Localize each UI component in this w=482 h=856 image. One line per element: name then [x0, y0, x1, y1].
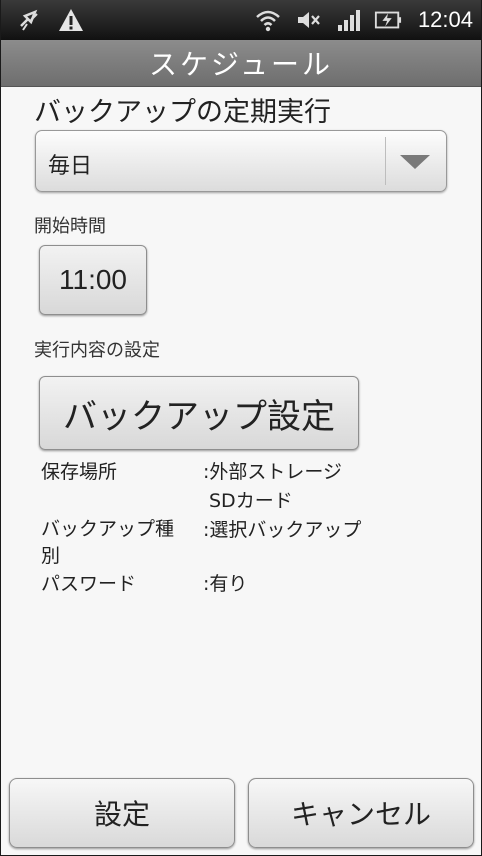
chevron-down-icon: [400, 155, 430, 169]
info-row-location: 保存場所 :外部ストレージ: [41, 458, 441, 487]
info-key: パスワード: [41, 573, 137, 595]
cancel-button[interactable]: キャンセル: [248, 778, 474, 848]
spinner-divider: [385, 137, 386, 185]
info-key: バックアップ種別: [41, 518, 175, 567]
status-clock: 12:04: [417, 7, 473, 32]
frequency-selected-value: 毎日: [48, 154, 93, 179]
info-value: :有り: [203, 573, 248, 595]
backup-settings-button[interactable]: バックアップ設定: [39, 376, 359, 450]
start-time-label: 開始時間: [34, 216, 106, 237]
ok-button[interactable]: 設定: [9, 778, 235, 848]
info-value: :選択バックアップ: [203, 519, 362, 541]
screen: 12:04 スケジュール バックアップの定期実行 毎日 開始時間 11:00 実…: [0, 0, 482, 856]
mute-icon: [297, 12, 320, 28]
info-row-password: パスワード :有り: [41, 570, 441, 599]
title-bar: スケジュール: [1, 40, 481, 87]
content-settings-label: 実行内容の設定: [34, 340, 160, 361]
info-value: SDカード: [209, 490, 293, 512]
info-key: [41, 487, 203, 516]
warning-icon: [59, 9, 83, 31]
schedule-heading: バックアップの定期実行: [34, 97, 331, 128]
info-key: 保存場所: [41, 461, 118, 483]
signal-icon: [337, 10, 360, 31]
status-bar: 12:04: [1, 0, 481, 40]
battery-charging-icon: [374, 11, 402, 29]
frequency-spinner[interactable]: 毎日: [35, 130, 447, 192]
backup-info-table: 保存場所 :外部ストレージ SDカード バックアップ種別 :選択バックアップ パ…: [41, 458, 441, 599]
info-value: :外部ストレージ: [203, 461, 343, 483]
info-row-location-detail: SDカード: [41, 487, 441, 516]
page-title: スケジュール: [148, 48, 334, 81]
start-time-button[interactable]: 11:00: [39, 245, 147, 315]
sync-icon: [20, 9, 38, 31]
wifi-icon: [256, 10, 280, 32]
info-row-backup-type: バックアップ種別 :選択バックアップ: [41, 516, 441, 570]
